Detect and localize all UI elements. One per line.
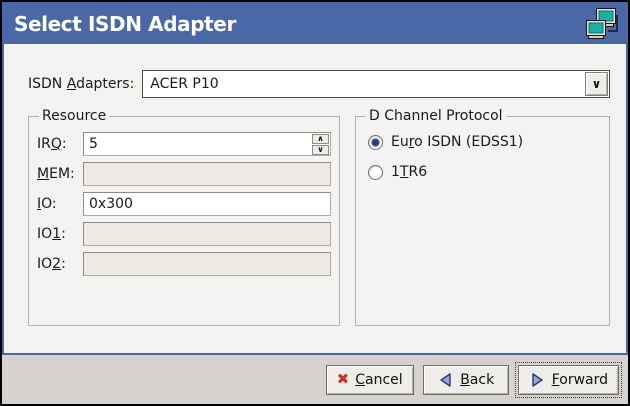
irq-value: 5 bbox=[89, 136, 98, 152]
mem-row: MEM: bbox=[37, 162, 331, 186]
spin-down-button[interactable]: ∨ bbox=[312, 145, 329, 155]
button-bar: ✖ Cancel Back Forward bbox=[2, 355, 628, 404]
mem-label: MEM: bbox=[37, 166, 83, 182]
radio-1tr6[interactable]: 1TR6 bbox=[368, 164, 601, 180]
dialog-main-panel: Select ISDN Adapter bbox=[2, 2, 628, 355]
combobox-dropdown-button[interactable]: ∨ bbox=[585, 72, 608, 96]
content-area: ISDN Adapters: ACER P10 ∨ Resource IRQ: … bbox=[4, 44, 626, 353]
dchannel-group-title: D Channel Protocol bbox=[366, 108, 506, 124]
irq-spin-buttons: ∧ ∨ bbox=[312, 134, 329, 154]
io-value: 0x300 bbox=[89, 196, 133, 212]
chevron-down-icon: ∨ bbox=[592, 78, 602, 90]
red-x-icon: ✖ bbox=[337, 372, 350, 387]
irq-label: IRQ: bbox=[37, 136, 83, 152]
forward-button[interactable]: Forward bbox=[518, 365, 619, 395]
network-computers-icon bbox=[583, 6, 621, 42]
cancel-button[interactable]: ✖ Cancel bbox=[326, 365, 414, 395]
page-title: Select ISDN Adapter bbox=[14, 12, 583, 36]
radio-unselected-icon bbox=[368, 165, 383, 180]
radio-1tr6-label: 1TR6 bbox=[391, 164, 427, 180]
resource-group-title: Resource bbox=[39, 108, 109, 124]
radio-selected-icon bbox=[368, 135, 383, 150]
forward-button-label: Forward bbox=[552, 372, 608, 388]
chevron-up-icon: ∧ bbox=[317, 135, 324, 143]
io2-label: IO2: bbox=[37, 256, 83, 272]
cancel-button-label: Cancel bbox=[355, 372, 402, 388]
adapters-label: ISDN Adapters: bbox=[28, 76, 134, 92]
form-columns: Resource IRQ: 5 ∧ ∨ MEM: bbox=[28, 108, 610, 326]
chevron-down-icon: ∨ bbox=[317, 146, 324, 154]
io2-field bbox=[83, 252, 331, 276]
radio-euro-isdn[interactable]: Euro ISDN (EDSS1) bbox=[368, 134, 601, 150]
io1-label: IO1: bbox=[37, 226, 83, 242]
irq-row: IRQ: 5 ∧ ∨ bbox=[37, 132, 331, 156]
adapter-row: ISDN Adapters: ACER P10 ∨ bbox=[28, 70, 610, 98]
back-button[interactable]: Back bbox=[423, 365, 509, 395]
io1-field bbox=[83, 222, 331, 246]
io2-row: IO2: bbox=[37, 252, 331, 276]
irq-spinner[interactable]: 5 ∧ ∨ bbox=[83, 132, 331, 156]
adapters-combobox[interactable]: ACER P10 ∨ bbox=[142, 70, 610, 98]
back-button-label: Back bbox=[460, 372, 494, 388]
spin-up-button[interactable]: ∧ bbox=[312, 134, 329, 144]
io-row: IO: 0x300 bbox=[37, 192, 331, 216]
forward-arrow-icon bbox=[529, 372, 546, 388]
dialog-window: Select ISDN Adapter bbox=[0, 0, 630, 406]
radio-euro-isdn-label: Euro ISDN (EDSS1) bbox=[391, 134, 523, 150]
back-arrow-icon bbox=[437, 372, 454, 388]
titlebar: Select ISDN Adapter bbox=[4, 4, 626, 44]
resource-group: Resource IRQ: 5 ∧ ∨ MEM: bbox=[28, 108, 340, 326]
combobox-value: ACER P10 bbox=[143, 71, 584, 97]
mem-field bbox=[83, 162, 331, 186]
io-field[interactable]: 0x300 bbox=[83, 192, 331, 216]
dchannel-group: D Channel Protocol Euro ISDN (EDSS1) 1TR… bbox=[355, 108, 610, 326]
io-label: IO: bbox=[37, 196, 83, 212]
io1-row: IO1: bbox=[37, 222, 331, 246]
